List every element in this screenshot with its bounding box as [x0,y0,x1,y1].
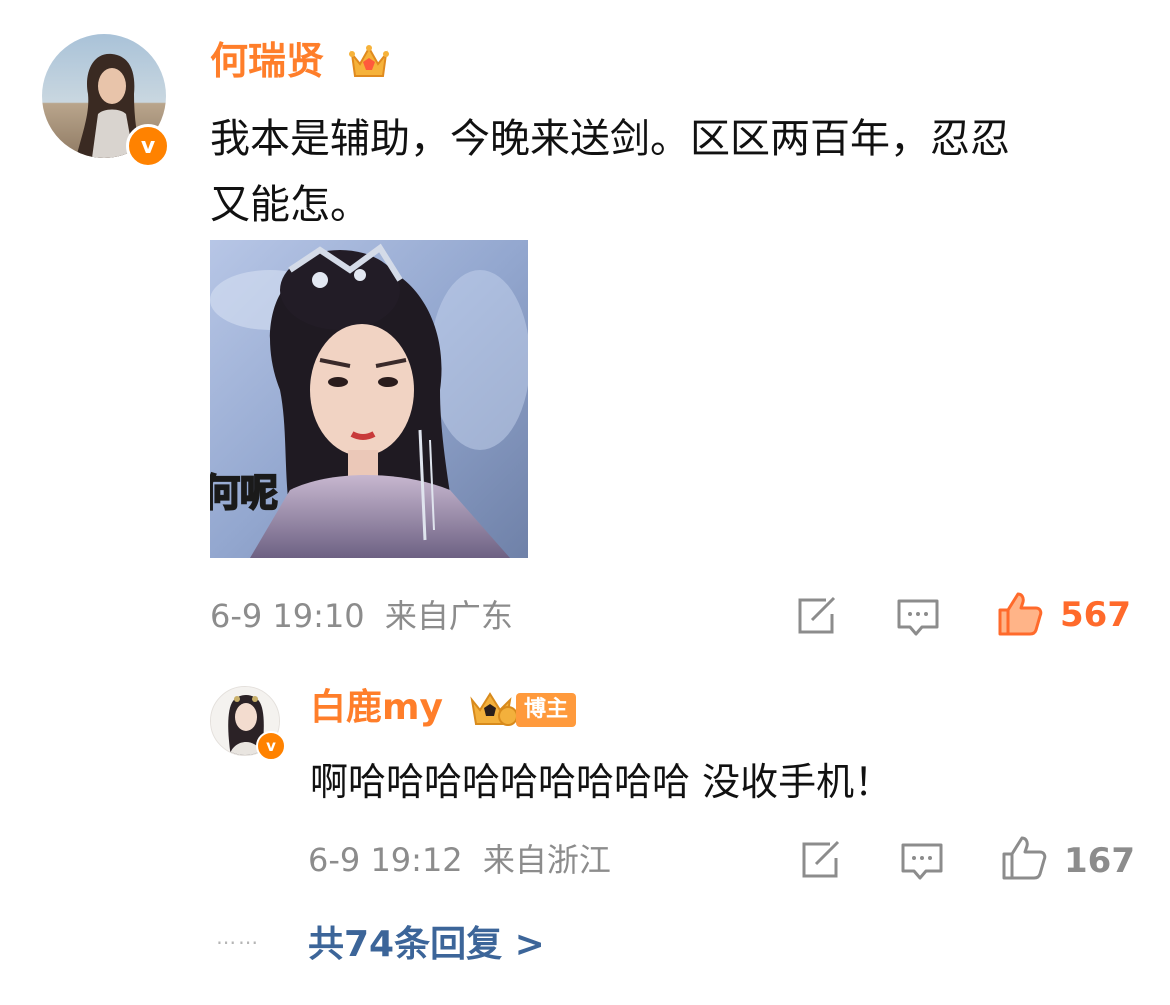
comment-like-count: 567 [1060,595,1131,635]
thumbs-up-icon[interactable] [996,590,1044,642]
reply-location: 来自浙江 [482,841,611,879]
reply-like-count: 167 [1064,841,1135,881]
comment-date: 6-9 19:10 [210,597,365,635]
replier-crown-icon [466,688,522,734]
comment-text: 我本是辅助，今晚来送剑。区区两百年，忍忍 又能怎。 [210,116,1010,228]
commenter-username[interactable]: 何瑞贤 [210,38,324,84]
replier-username[interactable]: 白鹿my [310,686,443,730]
replier-username-text[interactable]: 白鹿my [310,687,443,728]
commenter-username-text[interactable]: 何瑞贤 [210,39,324,83]
blogger-badge: 博主 [516,693,577,727]
repost-icon[interactable] [796,596,838,640]
replier-verified-v-icon: v [256,731,286,761]
reply-text: 啊哈哈哈哈哈哈哈哈哈 没收手机！ [310,760,893,804]
crown-icon [348,40,390,86]
verified-v-icon: v [126,124,170,168]
reply-date: 6-9 19:12 [308,841,463,879]
comment-meta: 6-9 19:10 来自广东 [210,596,513,636]
comment-icon[interactable] [896,598,940,642]
more-replies-link[interactable]: 共74条回复 > [308,922,545,968]
comment-image[interactable]: 何呢 [210,240,528,558]
reply-comment-icon[interactable] [900,842,944,886]
image-caption: 何呢 [210,470,279,516]
reply-meta: 6-9 19:12 来自浙江 [308,840,611,880]
reply-thumbs-up-icon[interactable] [1000,834,1048,886]
more-replies-dots: ⋯⋯ [216,930,260,954]
comment-location: 来自广东 [384,597,513,635]
reply-repost-icon[interactable] [800,840,842,884]
